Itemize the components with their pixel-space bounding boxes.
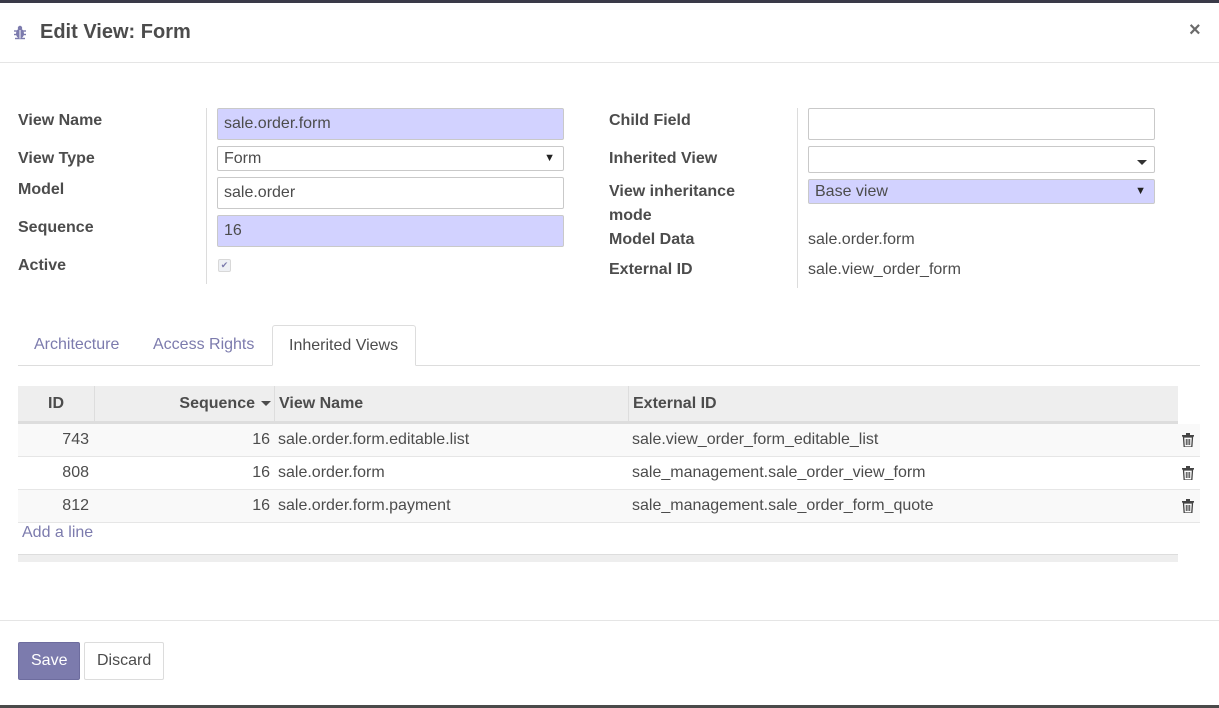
dropdown-arrow-icon: ▼ bbox=[544, 152, 555, 164]
cell-id: 808 bbox=[62, 464, 89, 481]
bug-icon bbox=[14, 25, 26, 40]
chevron-down-icon bbox=[1137, 160, 1147, 165]
model-data-link[interactable]: sale.order.form bbox=[808, 231, 915, 249]
dialog-title: Edit View: Form bbox=[40, 21, 191, 43]
table-row[interactable]: 808 16 sale.order.form sale_management.s… bbox=[18, 457, 1200, 490]
cell-external-id: sale_management.sale_order_form_quote bbox=[632, 497, 934, 514]
trash-icon[interactable] bbox=[1182, 499, 1194, 513]
cell-sequence: 16 bbox=[252, 497, 270, 514]
table-row[interactable]: 812 16 sale.order.form.payment sale_mana… bbox=[18, 490, 1200, 523]
discard-button[interactable]: Discard bbox=[84, 642, 165, 680]
column-header-id[interactable]: ID bbox=[18, 386, 94, 421]
sequence-label: Sequence bbox=[18, 219, 94, 236]
column-header-sequence[interactable]: Sequence bbox=[95, 386, 275, 421]
inheritance-mode-label-line1: View inheritance bbox=[609, 183, 735, 200]
sort-descending-icon bbox=[261, 401, 271, 407]
cell-external-id: sale.view_order_form_editable_list bbox=[632, 431, 879, 448]
column-divider bbox=[274, 386, 275, 421]
right-column-divider bbox=[797, 108, 798, 288]
child-field-input[interactable] bbox=[808, 108, 1155, 140]
sequence-value: 16 bbox=[224, 222, 242, 239]
cell-view-name: sale.order.form.payment bbox=[278, 497, 451, 514]
cell-view-name: sale.order.form.editable.list bbox=[278, 431, 470, 448]
external-id-value: sale.view_order_form bbox=[808, 261, 961, 278]
column-header-external-id[interactable]: External ID bbox=[633, 386, 1173, 421]
external-id-label: External ID bbox=[609, 261, 693, 278]
column-header-view-name[interactable]: View Name bbox=[279, 386, 628, 421]
dialog-footer: Save Discard bbox=[0, 620, 1219, 706]
cell-external-id: sale_management.sale_order_view_form bbox=[632, 464, 926, 481]
checkmark-icon: ✔ bbox=[220, 260, 229, 270]
active-checkbox[interactable]: ✔ bbox=[218, 259, 231, 272]
cell-sequence: 16 bbox=[252, 464, 270, 481]
view-type-select[interactable]: Form ▼ bbox=[217, 146, 564, 171]
trash-icon[interactable] bbox=[1182, 433, 1194, 447]
inherited-view-label: Inherited View bbox=[609, 150, 718, 167]
view-name-field[interactable]: sale.order.form bbox=[217, 108, 564, 140]
model-value: sale.order bbox=[224, 184, 296, 201]
view-name-label: View Name bbox=[18, 112, 103, 129]
active-label: Active bbox=[18, 257, 67, 274]
inheritance-mode-select[interactable]: Base view ▼ bbox=[808, 179, 1155, 204]
tab-access-rights[interactable]: Access Rights bbox=[153, 325, 254, 365]
sequence-field[interactable]: 16 bbox=[217, 215, 564, 247]
tabs-baseline bbox=[18, 365, 1200, 366]
inheritance-mode-label-line2: mode bbox=[609, 207, 652, 224]
trash-icon[interactable] bbox=[1182, 466, 1194, 480]
view-type-value: Form bbox=[224, 150, 262, 167]
dialog-header: Edit View: Form × bbox=[0, 3, 1219, 63]
column-divider bbox=[628, 386, 629, 421]
view-name-value: sale.order.form bbox=[224, 115, 331, 132]
dropdown-arrow-icon: ▼ bbox=[1135, 185, 1146, 197]
tab-architecture[interactable]: Architecture bbox=[34, 325, 119, 365]
close-icon[interactable]: × bbox=[1189, 18, 1201, 42]
table-row[interactable]: 743 16 sale.order.form.editable.list sal… bbox=[18, 424, 1200, 457]
cell-view-name: sale.order.form bbox=[278, 464, 385, 481]
left-column-divider bbox=[206, 108, 207, 284]
save-button[interactable]: Save bbox=[18, 642, 81, 680]
inheritance-mode-value: Base view bbox=[815, 183, 888, 200]
cell-id: 743 bbox=[62, 431, 89, 448]
inherited-view-input[interactable] bbox=[808, 146, 1155, 173]
model-data-label: Model Data bbox=[609, 231, 695, 248]
model-label: Model bbox=[18, 181, 65, 198]
table-footer bbox=[18, 554, 1178, 562]
add-a-line-link[interactable]: Add a line bbox=[22, 524, 93, 542]
model-field[interactable]: sale.order bbox=[217, 177, 564, 209]
tab-inherited-views[interactable]: Inherited Views bbox=[272, 325, 416, 366]
child-field-label: Child Field bbox=[609, 112, 691, 129]
cell-id: 812 bbox=[62, 497, 89, 514]
cell-sequence: 16 bbox=[252, 431, 270, 448]
view-type-label: View Type bbox=[18, 150, 95, 167]
table-header: ID Sequence View Name External ID bbox=[18, 386, 1178, 424]
